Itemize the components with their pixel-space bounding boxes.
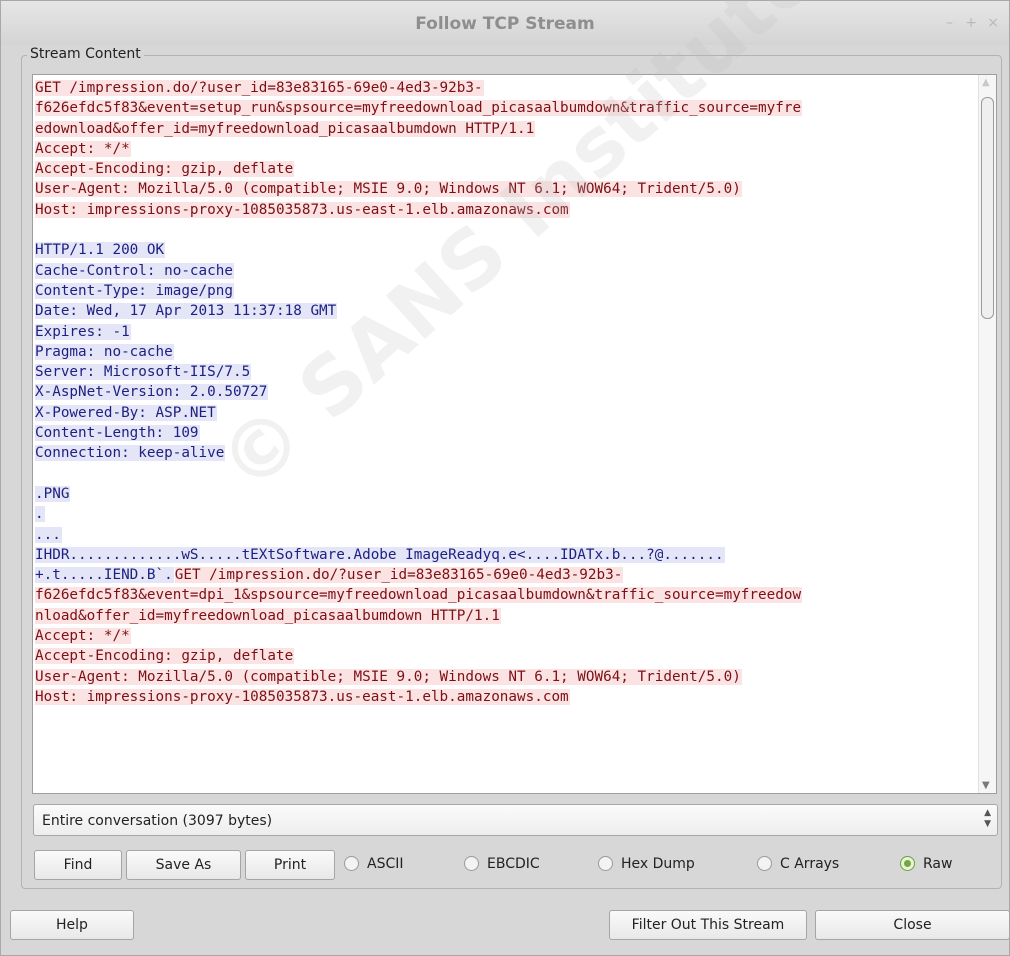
conversation-select-value: Entire conversation (3097 bytes) [42,813,273,829]
server-text: Expires: -1 [35,323,131,340]
client-text: Accept: */* [35,140,131,157]
server-text: .PNG [35,485,71,502]
radio-icon [344,856,359,871]
stream-line: Accept: */* [35,626,980,646]
radio-icon [598,856,613,871]
server-text: Server: Microsoft-IIS/7.5 [35,364,252,381]
stream-line: Pragma: no-cache [35,342,980,362]
stream-line: edownload&offer_id=myfreedownload_picasa… [35,119,980,139]
server-text: Cache-Control: no-cache [35,262,234,279]
radio-icon [757,856,772,871]
window-title: Follow TCP Stream [415,14,595,34]
stream-line: Server: Microsoft-IIS/7.5 [35,362,980,382]
client-text: Accept-Encoding: gzip, deflate [35,161,295,178]
server-text: Content-Type: image/png [35,282,234,299]
stream-line: . [35,504,980,524]
format-ascii-radio[interactable]: ASCII [344,854,434,878]
format-raw-radio[interactable]: Raw [900,854,970,878]
follow-tcp-stream-window: Follow TCP Stream – + × Stream Content G… [0,0,1010,956]
client-text: User-Agent: Mozilla/5.0 (compatible; MSI… [35,668,742,685]
server-text: Connection: keep-alive [35,445,226,462]
close-icon[interactable]: × [987,15,999,31]
format-ebcdic-label: EBCDIC [487,856,540,872]
stream-line: Accept: */* [35,139,980,159]
close-button[interactable]: Close [815,910,1010,940]
server-text: HTTP/1.1 200 OK [35,242,166,259]
server-text: X-Powered-By: ASP.NET [35,404,217,421]
stream-line: Expires: -1 [35,322,980,342]
stream-line: f626efdc5f83&event=dpi_1&spsource=myfree… [35,585,980,605]
stream-line [35,220,980,240]
stream-line: Cache-Control: no-cache [35,261,980,281]
stream-line: nload&offer_id=myfreedownload_picasaalbu… [35,606,980,626]
title-bar[interactable]: Follow TCP Stream – + × [1,1,1009,45]
client-text: edownload&offer_id=myfreedownload_picasa… [35,120,536,137]
help-button[interactable]: Help [10,910,134,940]
scroll-down-icon[interactable]: ▼ [982,780,990,791]
radio-icon [464,856,479,871]
scroll-up-icon[interactable]: ▲ [982,77,990,88]
server-text: Content-Length: 109 [35,425,200,442]
updown-icon: ▲ ▼ [984,808,991,829]
conversation-select[interactable]: Entire conversation (3097 bytes) ▲ ▼ [33,804,998,836]
server-text: +.t.....IEND.B`. [35,567,174,584]
client-text: Host: impressions-proxy-1085035873.us-ea… [35,688,570,705]
server-text: IHDR.............wS.....tEXtSoftware.Ado… [35,546,725,563]
stream-line: f626efdc5f83&event=setup_run&spsource=my… [35,98,980,118]
stream-lines: GET /impression.do/?user_id=83e83165-69e… [35,78,980,707]
radio-selected-icon [900,856,915,871]
stream-content-label: Stream Content [27,46,144,62]
stream-line: +.t.....IEND.B`. GET /impression.do/?user… [35,565,980,585]
server-text: Date: Wed, 17 Apr 2013 11:37:18 GMT [35,303,338,320]
client-text: f626efdc5f83&event=dpi_1&spsource=myfree… [35,587,803,604]
client-text: nload&offer_id=myfreedownload_picasaalbu… [35,607,501,624]
client-text: f626efdc5f83&event=setup_run&spsource=my… [35,100,803,117]
format-hex-dump-radio[interactable]: Hex Dump [598,854,718,878]
vertical-scrollbar[interactable]: ▲ ▼ [978,75,996,793]
stream-line: GET /impression.do/?user_id=83e83165-69e… [35,78,980,98]
stream-line [35,464,980,484]
stream-line: X-AspNet-Version: 2.0.50727 [35,382,980,402]
stream-line: Date: Wed, 17 Apr 2013 11:37:18 GMT [35,301,980,321]
stream-line: User-Agent: Mozilla/5.0 (compatible; MSI… [35,179,980,199]
server-text: X-AspNet-Version: 2.0.50727 [35,384,269,401]
stream-line: X-Powered-By: ASP.NET [35,403,980,423]
stream-line: .PNG [35,484,980,504]
server-text: Pragma: no-cache [35,343,174,360]
format-hex-dump-label: Hex Dump [621,856,695,872]
stream-line: ... [35,525,980,545]
stream-line: Connection: keep-alive [35,443,980,463]
client-text: User-Agent: Mozilla/5.0 (compatible; MSI… [35,181,742,198]
format-c-arrays-radio[interactable]: C Arrays [757,854,867,878]
stream-line: User-Agent: Mozilla/5.0 (compatible; MSI… [35,667,980,687]
filter-out-stream-button[interactable]: Filter Out This Stream [609,910,807,940]
client-text: GET /impression.do/?user_id=83e83165-69e… [35,80,484,96]
client-text: GET /impression.do/?user_id=83e83165-69e… [174,567,624,584]
client-text: Accept-Encoding: gzip, deflate [35,648,295,665]
stream-line: IHDR.............wS.....tEXtSoftware.Ado… [35,545,980,565]
stream-line: Accept-Encoding: gzip, deflate [35,159,980,179]
minimize-icon[interactable]: – [946,15,953,31]
save-as-button[interactable]: Save As [126,850,241,880]
client-text: Accept: */* [35,628,131,645]
stream-line: Host: impressions-proxy-1085035873.us-ea… [35,200,980,220]
client-text: Host: impressions-proxy-1085035873.us-ea… [35,201,570,218]
stream-line: Host: impressions-proxy-1085035873.us-ea… [35,687,980,707]
format-raw-label: Raw [923,856,953,872]
format-c-arrays-label: C Arrays [780,856,840,872]
stream-line: Content-Type: image/png [35,281,980,301]
stream-line: HTTP/1.1 200 OK [35,240,980,260]
stream-line: Accept-Encoding: gzip, deflate [35,646,980,666]
server-text: ... [35,526,62,543]
maximize-icon[interactable]: + [965,15,977,31]
stream-content-text[interactable]: GET /impression.do/?user_id=83e83165-69e… [32,74,997,794]
format-ebcdic-radio[interactable]: EBCDIC [464,854,564,878]
stream-line: Content-Length: 109 [35,423,980,443]
print-button[interactable]: Print [245,850,335,880]
find-button[interactable]: Find [34,850,122,880]
format-ascii-label: ASCII [367,856,404,872]
server-text: . [35,506,45,523]
scrollbar-thumb[interactable] [981,97,994,319]
